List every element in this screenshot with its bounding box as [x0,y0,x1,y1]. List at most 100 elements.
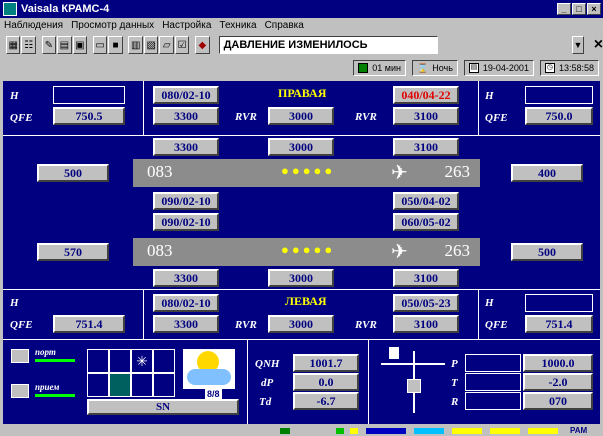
save-icon[interactable]: ▣ [72,36,88,54]
rvr-label-bottom-1: RVR [235,319,257,331]
menu-help[interactable]: Справка [265,20,304,31]
receive-label: прием [35,382,60,392]
qfe-label-top-right: QFE [485,112,508,124]
wind-mid-right-1: 050/04-02 [393,192,459,210]
wind-mid-left-2: 090/02-10 [153,213,219,231]
green-status-icon [358,63,369,73]
grid-view-icon[interactable]: ▦ [6,36,21,54]
left-runway-title: ЛЕВАЯ [285,294,327,308]
runway2-lights: ●●●●● [281,242,336,257]
qnh-label: QNH [255,358,280,370]
status-led [336,428,344,434]
qfe-label-bottom-right: QFE [485,319,508,331]
rvr-runway1-3: 3100 [393,138,459,156]
alert-icon[interactable]: ◆ [195,36,210,54]
right-runway-title: ПРАВАЯ [278,86,327,100]
menu-observations[interactable]: Наблюдения [4,20,63,31]
td-value: -6.7 [293,392,359,410]
r-empty-box [465,392,521,410]
rvr-label-bottom-2: RVR [355,319,377,331]
check-icon[interactable]: ☑ [174,36,190,54]
table-view-icon[interactable]: ☷ [21,36,36,54]
window-title: Vaisala КРАМС-4 [21,3,110,15]
dp-value: 0.0 [293,373,359,391]
status-message: ДАВЛЕНИЕ ИЗМЕНИЛОСЬ [218,36,439,54]
rvr-bottom-1: 3300 [153,315,219,333]
status-led [528,428,558,434]
rvr-bottom-2: 3000 [268,315,334,333]
qfe-value-top-left: 750.5 [53,107,125,125]
rvr-top-3: 3100 [393,107,459,125]
rvr-top-1: 3300 [153,107,219,125]
t-value: -2.0 [523,373,593,391]
toolbar: ▦ ☷ ✎ ▤ ▣ ▭ ■ ▥ ▧ ▱ ☑ ◆ ДАВЛЕНИЕ ИЗМЕНИЛ… [0,33,603,57]
close-button[interactable]: × [587,3,601,15]
runway-1: 083 ●●●●● ✈ 263 [133,159,480,187]
side-value-runway2-left: 570 [37,243,109,261]
wind-top-right: 040/04-22 [393,86,459,104]
qfe-label-top-left: QFE [10,112,33,124]
wind-mid-left-1: 090/02-10 [153,192,219,210]
taskbar-label: PAM [570,426,588,435]
p-label: P [451,358,458,370]
h-value-bottom-right [525,294,593,312]
sensor-mast-icon [379,345,449,415]
side-value-runway1-right: 400 [511,164,583,182]
wind-bottom-right: 050/05-23 [393,294,459,312]
rvr-bottom-3: 3100 [393,315,459,333]
receive-status-bar [35,394,75,397]
print-icon[interactable]: ▤ [57,36,72,54]
side-value-runway2-right: 500 [511,243,583,261]
rvr-runway2-1: 3300 [153,269,219,287]
status-strip: PAM [0,426,603,436]
minimize-button[interactable]: _ [557,3,571,15]
folder-icon[interactable]: ▱ [159,36,174,54]
close-icon[interactable]: × [594,36,603,54]
h-value-top-left [53,86,125,104]
menu-technical[interactable]: Техника [219,20,256,31]
date-text: 19-04-2001 [482,63,529,73]
r-label: R [451,396,459,408]
interval-text: 01 мин [372,63,401,73]
document-icon[interactable]: ▧ [143,36,159,54]
date-indicator: ▤ 19-04-2001 [463,60,534,76]
port-label: порт [35,347,56,357]
report-icon[interactable]: ▥ [128,36,143,54]
menu-settings[interactable]: Настройка [162,20,211,31]
chevron-down-icon[interactable]: ▼ [572,36,584,54]
qfe-value-bottom-left: 751.4 [53,315,125,333]
runway1-lights: ●●●●● [281,163,336,178]
monitor-icon[interactable]: ■ [108,36,123,54]
runway1-heading-right: 263 [444,162,471,181]
mode-text: Ночь [432,63,453,73]
maximize-button[interactable]: □ [572,3,586,15]
app-icon [3,2,17,16]
airplane-icon: ✈ [391,241,408,263]
port-status-bar [35,359,75,362]
menu-bar: Наблюдения Просмотр данных Настройка Тех… [0,18,603,32]
interval-indicator: 01 мин [353,60,406,76]
rvr-runway2-3: 3100 [393,269,459,287]
status-led [366,428,406,434]
window-icon[interactable]: ▭ [92,36,108,54]
h-label-bottom-left: H [10,297,19,309]
wind-bottom-left: 080/02-10 [153,294,219,312]
airplane-icon: ✈ [391,162,408,184]
edit-icon[interactable]: ✎ [41,36,57,54]
runway1-heading-left: 083 [147,162,173,181]
time-text: 13:58:58 [558,63,594,73]
menu-view-data[interactable]: Просмотр данных [71,20,154,31]
rvr-runway1-2: 3000 [268,138,334,156]
t-empty-box [465,373,521,391]
dp-label: dP [261,377,274,389]
rvr-label-top-1: RVR [235,111,257,123]
rvr-label-top-2: RVR [355,111,377,123]
runway2-heading-left: 083 [147,241,173,260]
runway-2: 083 ●●●●● ✈ 263 [133,238,480,266]
p-value: 1000.0 [523,354,593,372]
status-led [490,428,520,434]
time-indicator: ◷ 13:58:58 [539,60,599,76]
status-led [350,428,358,434]
sun-cloud-icon [183,349,235,389]
rvr-top-2: 3000 [268,107,334,125]
